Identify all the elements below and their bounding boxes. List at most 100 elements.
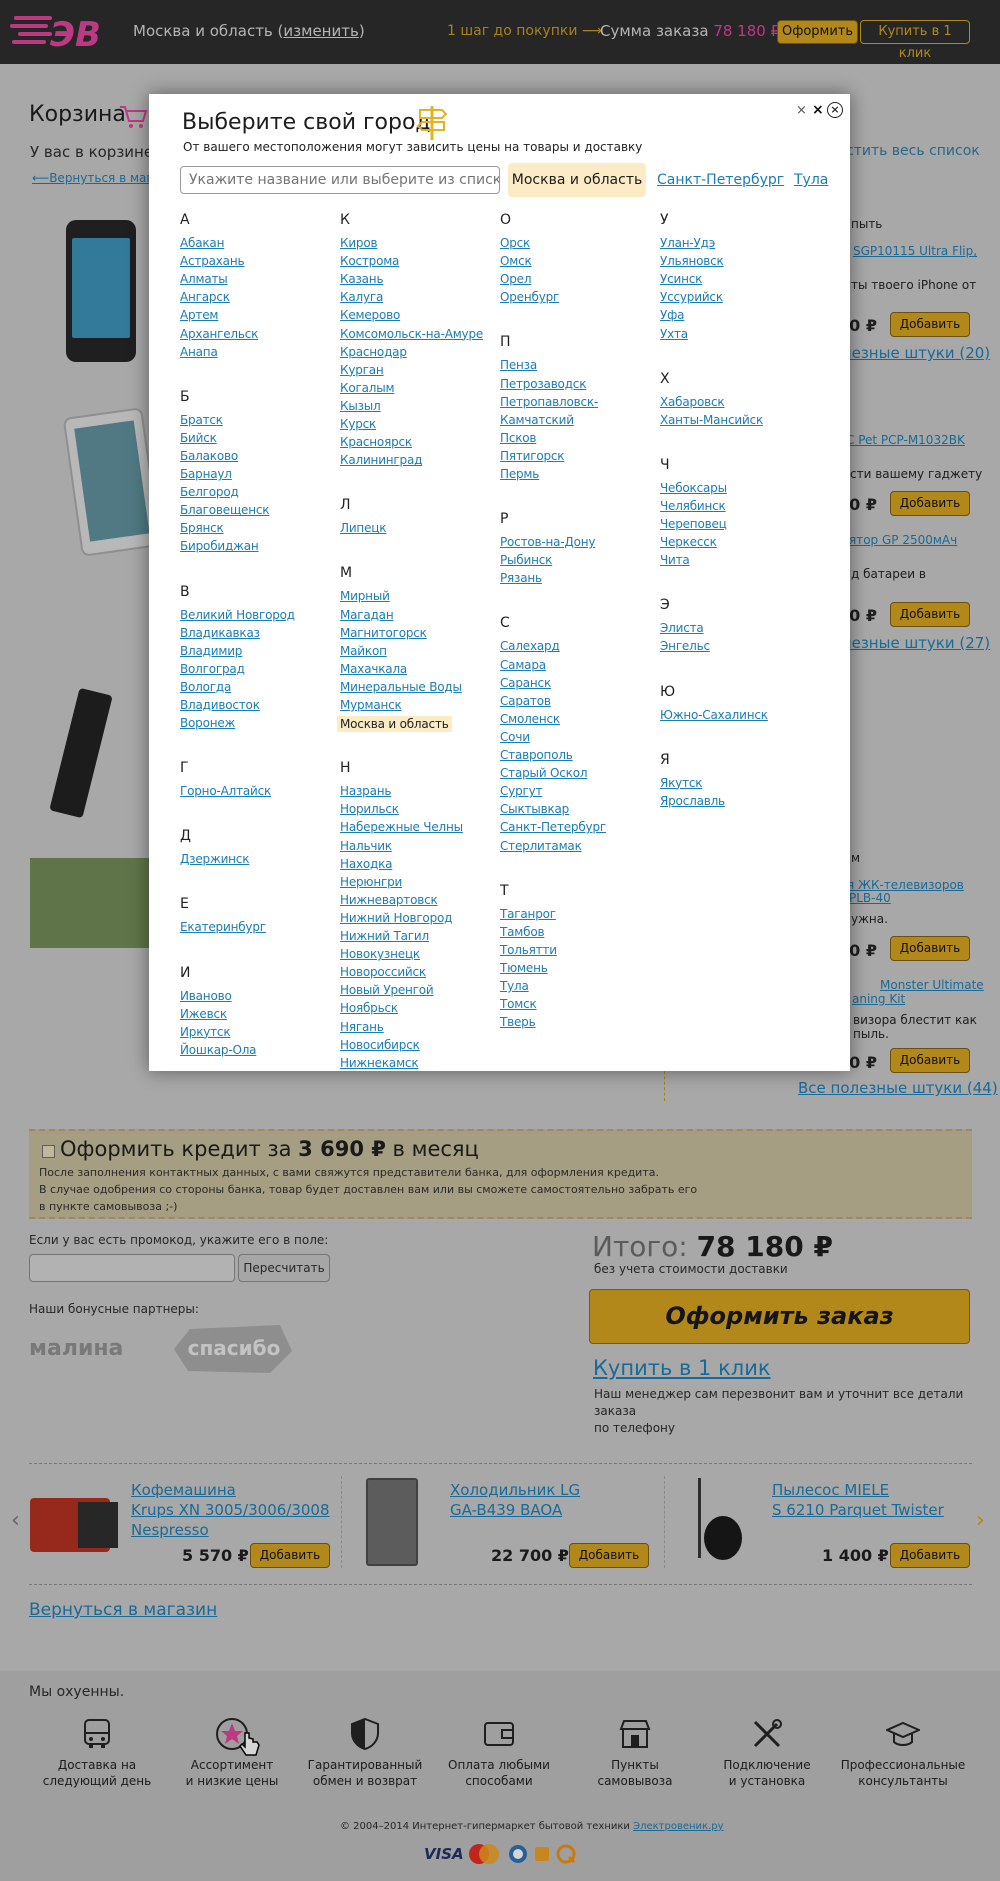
city-link[interactable]: Норильск xyxy=(340,802,399,816)
city-link[interactable]: Череповец xyxy=(660,517,727,531)
city-link[interactable]: Чита xyxy=(660,553,690,567)
close-icon[interactable]: × xyxy=(812,102,824,118)
city-link[interactable]: Калининград xyxy=(340,453,422,467)
city-link[interactable]: Мурманск xyxy=(340,698,402,712)
city-link[interactable]: Сочи xyxy=(500,730,530,744)
city-link[interactable]: Старый Оскол xyxy=(500,766,588,780)
city-link[interactable]: Казань xyxy=(340,272,384,286)
city-link[interactable]: Таганрог xyxy=(500,907,556,921)
city-link[interactable]: Саратов xyxy=(500,694,551,708)
city-link[interactable]: Нягань xyxy=(340,1020,384,1034)
city-link[interactable]: Улан-Удэ xyxy=(660,236,715,250)
city-link[interactable]: Ноябрьск xyxy=(340,1001,398,1015)
city-link[interactable]: Кострома xyxy=(340,254,399,268)
city-link[interactable]: Уфа xyxy=(660,308,685,322)
city-link[interactable]: Дзержинск xyxy=(180,852,249,866)
city-link[interactable]: Магадан xyxy=(340,608,394,622)
city-link[interactable]: Назрань xyxy=(340,784,391,798)
city-link[interactable]: Калуга xyxy=(340,290,383,304)
city-link[interactable]: Якутск xyxy=(660,776,703,790)
city-link[interactable]: Нижний Новгород xyxy=(340,911,452,925)
city-link[interactable]: Нижний Тагил xyxy=(340,929,429,943)
city-link[interactable]: Владивосток xyxy=(180,698,260,712)
city-link[interactable]: Балаково xyxy=(180,449,238,463)
city-link[interactable]: Самара xyxy=(500,658,546,672)
city-link[interactable]: Артем xyxy=(180,308,218,322)
city-link[interactable]: Черкесск xyxy=(660,535,717,549)
selected-city-button[interactable]: Москва и область xyxy=(508,163,646,197)
city-link[interactable]: Киров xyxy=(340,236,378,250)
city-link[interactable]: Волгоград xyxy=(180,662,245,676)
city-link[interactable]: Кемерово xyxy=(340,308,400,322)
city-link[interactable]: Анапа xyxy=(180,345,218,359)
city-link[interactable]: Южно-Сахалинск xyxy=(660,708,768,722)
city-link[interactable]: Элиста xyxy=(660,621,704,635)
city-link[interactable]: Биробиджан xyxy=(180,539,259,553)
city-link[interactable]: Усинск xyxy=(660,272,702,286)
city-link[interactable]: Ростов-на-Дону xyxy=(500,535,596,549)
city-link[interactable]: Ухта xyxy=(660,327,688,341)
city-link[interactable]: Екатеринбург xyxy=(180,920,266,934)
city-link[interactable]: Стерлитамак xyxy=(500,839,582,853)
city-link[interactable]: Москва и область xyxy=(337,716,452,733)
city-link[interactable]: Пенза xyxy=(500,358,537,372)
city-link[interactable]: Майкоп xyxy=(340,644,387,658)
city-link[interactable]: Ханты-Мансийск xyxy=(660,413,763,427)
city-link[interactable]: Иваново xyxy=(180,989,232,1003)
city-link[interactable]: Уссурийск xyxy=(660,290,723,304)
quick-city-spb[interactable]: Санкт-Петербург xyxy=(657,172,784,188)
city-link[interactable]: Сыктывкар xyxy=(500,802,569,816)
city-link[interactable]: Махачкала xyxy=(340,662,407,676)
city-link[interactable]: Иркутск xyxy=(180,1025,231,1039)
city-link[interactable]: Йошкар-Ола xyxy=(180,1043,257,1057)
city-link[interactable]: Курск xyxy=(340,417,376,431)
city-link[interactable]: Челябинск xyxy=(660,499,726,513)
city-link[interactable]: Псков xyxy=(500,431,536,445)
city-link[interactable]: Нальчик xyxy=(340,839,392,853)
city-link[interactable]: Пятигорск xyxy=(500,449,565,463)
city-link[interactable]: Смоленск xyxy=(500,712,560,726)
city-link[interactable]: Находка xyxy=(340,857,393,871)
city-link[interactable]: Набережные Челны xyxy=(340,820,463,834)
city-link[interactable]: Саранск xyxy=(500,676,551,690)
city-link[interactable]: Камчатский xyxy=(500,413,574,427)
city-link[interactable]: Красноярск xyxy=(340,435,412,449)
city-link[interactable]: Ярославль xyxy=(660,794,725,808)
city-link[interactable]: Комсомольск-на-Амуре xyxy=(340,327,483,341)
city-link[interactable]: Ставрополь xyxy=(500,748,573,762)
city-link[interactable]: Энгельс xyxy=(660,639,710,653)
city-link[interactable]: Новороссийск xyxy=(340,965,426,979)
city-link[interactable]: Мирный xyxy=(340,589,390,603)
city-link[interactable]: Нерюнгри xyxy=(340,875,402,889)
city-link[interactable]: Санкт-Петербург xyxy=(500,820,606,834)
city-link[interactable]: Чебоксары xyxy=(660,481,727,495)
city-link[interactable]: Белгород xyxy=(180,485,239,499)
city-link[interactable]: Вологда xyxy=(180,680,231,694)
city-link[interactable]: Омск xyxy=(500,254,532,268)
city-link[interactable]: Нижневартовск xyxy=(340,893,438,907)
city-link[interactable]: Минеральные Воды xyxy=(340,680,462,694)
city-link[interactable]: Курган xyxy=(340,363,384,377)
city-link[interactable]: Краснодар xyxy=(340,345,407,359)
city-link[interactable]: Воронеж xyxy=(180,716,235,730)
city-link[interactable]: Орел xyxy=(500,272,532,286)
city-link[interactable]: Тамбов xyxy=(500,925,545,939)
city-link[interactable]: Томск xyxy=(500,997,537,1011)
city-link[interactable]: Нижнекамск xyxy=(340,1056,419,1070)
city-link[interactable]: Астрахань xyxy=(180,254,245,268)
city-link[interactable]: Липецк xyxy=(340,521,386,535)
city-search-input[interactable] xyxy=(180,166,500,194)
city-link[interactable]: Кызыл xyxy=(340,399,381,413)
city-link[interactable]: Архангельск xyxy=(180,327,258,341)
city-link[interactable]: Тверь xyxy=(500,1015,536,1029)
city-link[interactable]: Владимир xyxy=(180,644,242,658)
city-link[interactable]: Владикавказ xyxy=(180,626,260,640)
city-link[interactable]: Рыбинск xyxy=(500,553,552,567)
city-link[interactable]: Ульяновск xyxy=(660,254,724,268)
city-link[interactable]: Великий Новгород xyxy=(180,608,295,622)
city-link[interactable]: Петропавловск- xyxy=(500,395,598,409)
city-link[interactable]: Хабаровск xyxy=(660,395,725,409)
city-link[interactable]: Абакан xyxy=(180,236,224,250)
city-link[interactable]: Рязань xyxy=(500,571,542,585)
quick-city-tula[interactable]: Тула xyxy=(794,172,828,188)
